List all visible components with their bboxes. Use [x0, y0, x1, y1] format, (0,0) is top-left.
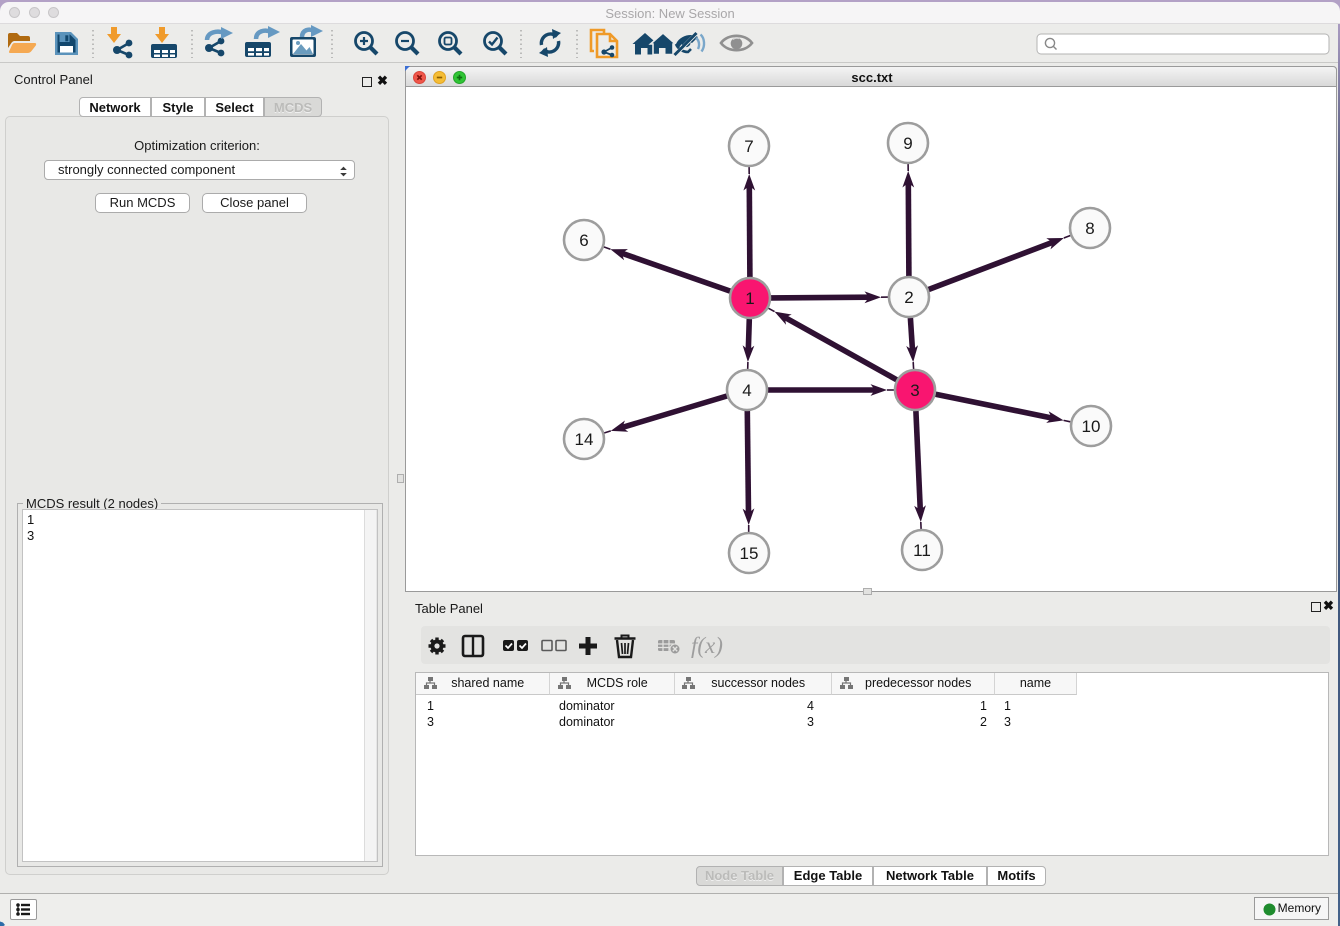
svg-text:1: 1 [745, 289, 754, 308]
svg-text:14: 14 [575, 430, 594, 449]
svg-text:f(x): f(x) [691, 633, 723, 658]
svg-text:4: 4 [742, 381, 751, 400]
svg-text:8: 8 [1085, 219, 1094, 238]
svg-text:10: 10 [1082, 417, 1101, 436]
svg-text:7: 7 [744, 137, 753, 156]
svg-text:3: 3 [910, 381, 919, 400]
svg-text:11: 11 [913, 541, 931, 560]
svg-text:2: 2 [904, 288, 913, 307]
svg-text:9: 9 [903, 134, 912, 153]
svg-text:6: 6 [579, 231, 588, 250]
svg-text:15: 15 [740, 544, 759, 563]
